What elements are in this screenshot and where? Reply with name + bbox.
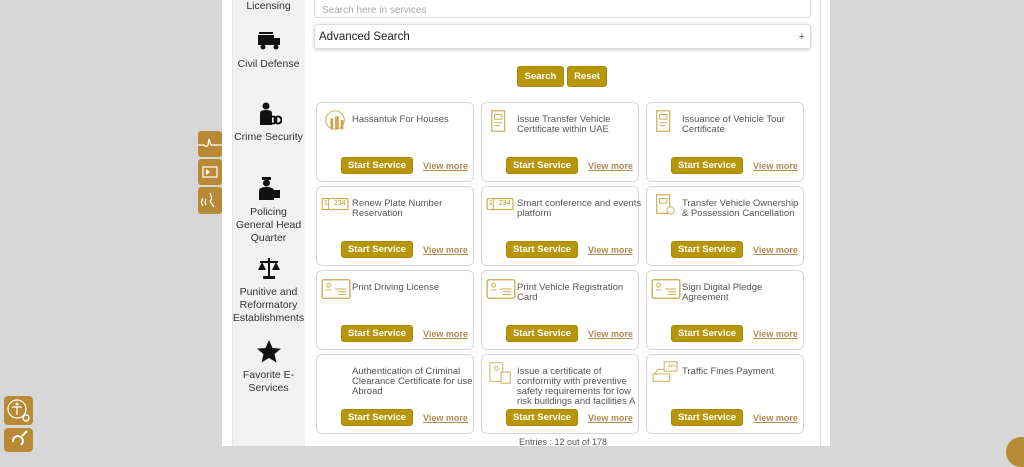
sidebar-item-crime-security[interactable]: Crime Security <box>232 101 305 144</box>
view-more-link[interactable]: View more <box>588 161 633 171</box>
start-service-button[interactable]: Start Service <box>671 325 743 342</box>
vehicle-certificate-icon <box>491 110 506 132</box>
plate-number-text: 1 234 <box>489 200 511 207</box>
police-handcuffs-icon <box>259 102 282 125</box>
sidebar-item-label: Favorite E-Services <box>242 369 295 394</box>
service-title: Authentication of Criminal Clearance Cer… <box>352 366 473 397</box>
hassantuk-icon <box>325 110 345 130</box>
accessibility-button[interactable] <box>4 396 33 425</box>
sidebar-item-licensing[interactable]: Licensing <box>232 0 305 13</box>
start-service-button[interactable]: Start Service <box>671 241 743 258</box>
aed-text: AED <box>668 363 677 368</box>
video-call-button[interactable] <box>198 159 222 185</box>
service-card: Renew Plate Number Reservation Start Ser… <box>316 186 474 266</box>
advanced-search-label: Advanced Search <box>319 31 410 43</box>
service-card: Issue Transfer Vehicle Certificate withi… <box>481 102 639 182</box>
service-title: Issue Transfer Vehicle Certificate withi… <box>517 114 611 135</box>
vehicle-ownership-icon <box>656 194 675 215</box>
hearing-icon <box>11 430 28 446</box>
view-more-link[interactable]: View more <box>753 329 798 339</box>
view-more-link[interactable]: View more <box>423 245 468 255</box>
vehicle-certificate-icon <box>656 110 671 132</box>
sidebar-item-favorites[interactable]: Favorite E-Services <box>232 339 305 395</box>
view-more-link[interactable]: View more <box>753 245 798 255</box>
sidebar-item-label: Licensing <box>246 0 291 12</box>
service-title: Print Vehicle Registration Card <box>517 282 624 303</box>
police-officer-icon <box>258 177 280 200</box>
sign-language-button[interactable] <box>198 131 222 157</box>
search-input[interactable]: Search here in services <box>314 0 811 18</box>
view-more-link[interactable]: View more <box>588 245 633 255</box>
service-card: Authentication of Criminal Clearance Cer… <box>316 354 474 434</box>
hearing-button[interactable] <box>4 428 33 452</box>
service-card: Transfer Vehicle Ownership & Possession … <box>646 186 804 266</box>
chat-button[interactable] <box>1006 437 1024 467</box>
service-title: Sign Digital Pledge Agreement <box>682 282 763 303</box>
start-service-button[interactable]: Start Service <box>506 241 578 258</box>
reset-button[interactable]: Reset <box>567 66 607 87</box>
fire-truck-icon <box>257 32 280 50</box>
view-more-link[interactable]: View more <box>423 329 468 339</box>
start-service-button[interactable]: Start Service <box>671 409 743 426</box>
video-card-icon <box>202 166 218 178</box>
service-title: Issue a certificate of conformity with p… <box>517 366 636 407</box>
service-title: Renew Plate Number Reservation <box>352 198 443 219</box>
id-card-icon <box>321 279 351 299</box>
sidebar-item-punitive[interactable]: Punitive and Reformatory Establishments <box>232 256 305 325</box>
sidebar-item-civil-defense[interactable]: Civil Defense <box>232 28 305 71</box>
start-service-button[interactable]: Start Service <box>341 409 413 426</box>
view-more-link[interactable]: View more <box>753 161 798 171</box>
voice-icon <box>200 192 215 208</box>
scales-icon <box>257 258 280 279</box>
start-service-button[interactable]: Start Service <box>671 157 743 174</box>
building-certificate-icon <box>489 362 511 384</box>
service-card: Issue a certificate of conformity with p… <box>481 354 639 434</box>
sidebar-item-label: Crime Security <box>234 131 303 143</box>
service-title: Transfer Vehicle Ownership & Possession … <box>682 198 799 219</box>
search-button[interactable]: Search <box>517 66 564 87</box>
sidebar-item-label: Civil Defense <box>237 58 300 70</box>
service-card: Sign Digital Pledge Agreement Start Serv… <box>646 270 804 350</box>
service-card: Hassantuk For Houses Start Service View … <box>316 102 474 182</box>
id-card-icon <box>651 279 681 299</box>
start-service-button[interactable]: Start Service <box>341 325 413 342</box>
sign-language-icon <box>198 138 222 148</box>
expand-icon: + <box>798 31 805 43</box>
start-service-button[interactable]: Start Service <box>506 409 578 426</box>
start-service-button[interactable]: Start Service <box>506 157 578 174</box>
service-title: Print Driving License <box>352 282 440 293</box>
start-service-button[interactable]: Start Service <box>341 157 413 174</box>
accessibility-settings-icon <box>7 399 30 422</box>
view-more-link[interactable]: View more <box>588 413 633 423</box>
start-service-button[interactable]: Start Service <box>341 241 413 258</box>
view-more-link[interactable]: View more <box>423 161 468 171</box>
advanced-search-toggle[interactable]: Advanced Search + <box>314 24 811 49</box>
sidebar-item-label: Policing General Head Quarter <box>235 206 302 244</box>
star-icon <box>256 340 281 363</box>
view-more-link[interactable]: View more <box>423 413 468 423</box>
service-title: Hassantuk For Houses <box>352 114 449 125</box>
service-card: Print Vehicle Registration Card Start Se… <box>481 270 639 350</box>
view-more-link[interactable]: View more <box>753 413 798 423</box>
voice-button[interactable] <box>198 187 222 214</box>
service-card: Smart conference and events platform Sta… <box>481 186 642 266</box>
divider <box>820 0 821 446</box>
service-card: Print Driving License Start Service View… <box>316 270 474 350</box>
service-card: Traffic Fines Payment Start Service View… <box>646 354 804 434</box>
sidebar-item-policing-hq[interactable]: Policing General Head Quarter <box>232 176 305 245</box>
service-card: Issuance of Vehicle Tour Certificate Sta… <box>646 102 804 182</box>
traffic-fines-icon <box>652 361 678 382</box>
view-more-link[interactable]: View more <box>588 329 633 339</box>
start-service-button[interactable]: Start Service <box>506 325 578 342</box>
search-placeholder: Search here in services <box>322 5 427 16</box>
sidebar-item-label: Punitive and Reformatory Establishments <box>232 286 305 324</box>
service-title: Smart conference and events platform <box>517 198 642 219</box>
id-card-icon <box>486 279 516 299</box>
service-title: Traffic Fines Payment <box>682 366 774 377</box>
service-title: Issuance of Vehicle Tour Certificate <box>682 114 785 135</box>
plate-number-text: 1 234 <box>324 200 346 207</box>
